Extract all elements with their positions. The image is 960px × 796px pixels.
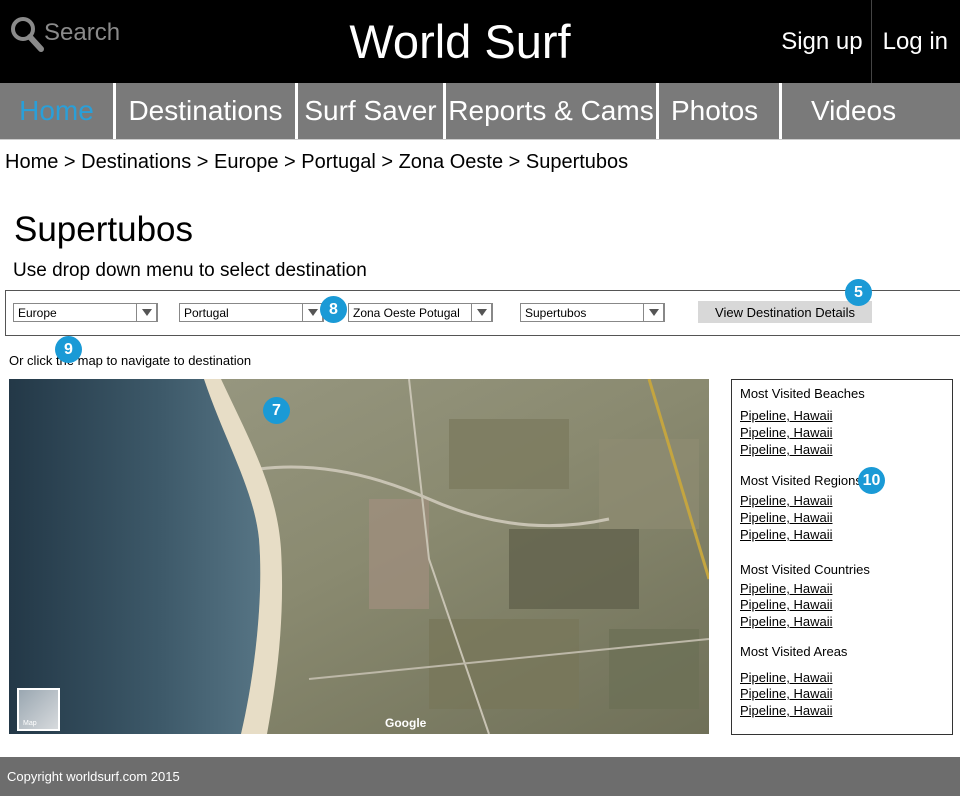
annotation-badge: 10 xyxy=(858,467,885,494)
list-item-link[interactable]: Pipeline, Hawaii xyxy=(740,581,833,596)
list-item-link[interactable]: Pipeline, Hawaii xyxy=(740,510,833,525)
auth-links: Sign up Log in xyxy=(769,0,960,83)
list-item-link[interactable]: Pipeline, Hawaii xyxy=(740,442,833,457)
chevron-down-icon[interactable] xyxy=(136,303,157,322)
beach-select-value: Supertubos xyxy=(525,305,587,320)
page-title: Supertubos xyxy=(14,210,194,249)
copyright-text: Copyright worldsurf.com 2015 xyxy=(7,769,180,784)
list-item-link[interactable]: Pipeline, Hawaii xyxy=(740,670,833,685)
region-select[interactable]: Zona Oeste Potugal xyxy=(348,303,493,322)
annotation-badge: 8 xyxy=(320,296,347,323)
signup-link[interactable]: Sign up xyxy=(769,0,870,83)
tab-destinations[interactable]: Destinations xyxy=(116,83,295,139)
chevron-down-icon[interactable] xyxy=(471,303,492,322)
breadcrumb[interactable]: Home > Destinations > Europe > Portugal … xyxy=(5,151,628,174)
site-header: Search World Surf Sign up Log in xyxy=(0,0,960,83)
map-type-label: Map xyxy=(23,720,37,727)
list-item-link[interactable]: Pipeline, Hawaii xyxy=(740,527,833,542)
satellite-map-image[interactable] xyxy=(9,379,709,734)
country-select-value: Portugal xyxy=(184,305,229,320)
tab-photos[interactable]: Photos xyxy=(659,83,779,139)
section-heading: Most Visited Regions xyxy=(740,473,862,488)
beach-select[interactable]: Supertubos xyxy=(520,303,665,322)
section-heading: Most Visited Beaches xyxy=(740,386,865,401)
annotation-badge: 9 xyxy=(55,336,82,363)
section-heading: Most Visited Areas xyxy=(740,644,848,659)
annotation-badge: 5 xyxy=(845,279,872,306)
site-footer: Copyright worldsurf.com 2015 xyxy=(0,757,960,796)
annotation-badge: 7 xyxy=(263,397,290,424)
list-item-link[interactable]: Pipeline, Hawaii xyxy=(740,493,833,508)
list-item-link[interactable]: Pipeline, Hawaii xyxy=(740,425,833,440)
list-item-link[interactable]: Pipeline, Hawaii xyxy=(740,408,833,423)
tab-reports-cams[interactable]: Reports & Cams xyxy=(446,83,656,139)
continent-select[interactable]: Europe xyxy=(13,303,158,322)
google-logo: Google xyxy=(385,716,427,730)
list-item-link[interactable]: Pipeline, Hawaii xyxy=(740,614,833,629)
country-select[interactable]: Portugal xyxy=(179,303,324,322)
tab-videos[interactable]: Videos xyxy=(782,83,960,139)
list-item-link[interactable]: Pipeline, Hawaii xyxy=(740,703,833,718)
chevron-down-icon[interactable] xyxy=(643,303,664,322)
main-nav: Home Destinations Surf Saver Reports & C… xyxy=(0,83,960,140)
list-item-link[interactable]: Pipeline, Hawaii xyxy=(740,686,833,701)
login-link[interactable]: Log in xyxy=(872,0,960,83)
map-type-toggle[interactable]: Map xyxy=(17,688,60,731)
destination-selector-bar: Europe Portugal Zona Oeste Potugal Super… xyxy=(5,290,960,336)
continent-select-value: Europe xyxy=(18,305,57,320)
destination-map[interactable]: Map Google xyxy=(9,379,709,734)
view-destination-button[interactable]: View Destination Details xyxy=(698,301,872,323)
section-heading: Most Visited Countries xyxy=(740,562,870,577)
map-hint-text: Or click the map to navigate to destinat… xyxy=(9,353,252,368)
tab-home[interactable]: Home xyxy=(0,83,113,139)
region-select-value: Zona Oeste Potugal xyxy=(353,305,460,320)
most-visited-sidebar: Most Visited Beaches Pipeline, Hawaii Pi… xyxy=(731,379,953,735)
list-item-link[interactable]: Pipeline, Hawaii xyxy=(740,597,833,612)
tab-surf-saver[interactable]: Surf Saver xyxy=(298,83,443,139)
instructions-text: Use drop down menu to select destination xyxy=(13,260,367,281)
